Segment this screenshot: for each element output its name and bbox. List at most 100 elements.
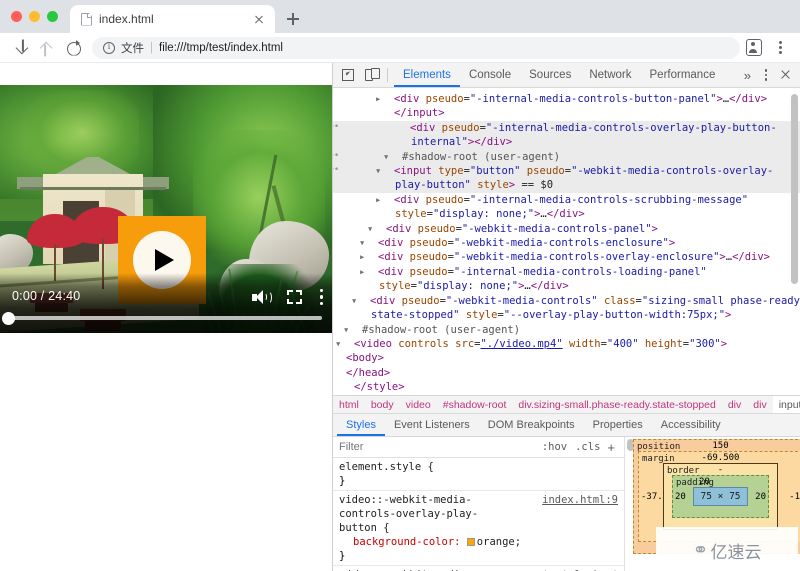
chevron-down-icon[interactable] [337, 351, 346, 365]
sidebar-tab-event-listeners[interactable]: Event Listeners [385, 414, 479, 436]
dom-node-line[interactable]: </head> [333, 366, 800, 380]
dom-node-line[interactable]: <div pseudo="-webkit-media-controls-over… [333, 250, 800, 264]
dom-node-line[interactable]: <video controls src="./video.mp4" width=… [333, 337, 800, 351]
breadcrumb-item[interactable]: div.sizing-small.phase-ready.state-stopp… [512, 396, 721, 413]
tab-console[interactable]: Console [460, 63, 520, 87]
inspect-cursor-icon[interactable] [337, 65, 359, 85]
timeline-thumb[interactable] [2, 312, 15, 325]
breadcrumb-item[interactable]: input [772, 396, 800, 413]
device-toggle-icon[interactable] [359, 65, 381, 85]
box-model-border-top[interactable]: - [664, 465, 777, 475]
close-window-button[interactable] [11, 11, 22, 22]
kebab-menu-icon[interactable] [772, 39, 788, 57]
css-selector[interactable]: video::-webkit-media-controls-overlay-pl… [339, 493, 509, 535]
info-circle-icon[interactable] [103, 41, 115, 54]
stylesheet-source-link[interactable]: index.html:9 [542, 493, 618, 507]
chevron-down-icon[interactable] [369, 236, 378, 250]
chevron-right-icon[interactable] [385, 193, 394, 207]
cls-button[interactable]: .cls [571, 441, 604, 453]
box-model-padding-right[interactable]: 20 [755, 492, 766, 502]
chevron-right-icon[interactable] [369, 250, 378, 264]
chevron-down-icon[interactable] [361, 294, 370, 308]
css-rule[interactable]: index.html:9 video::-webkit-media-control… [333, 491, 624, 566]
css-property[interactable]: background-color: [339, 536, 460, 548]
dom-node-line[interactable]: </style> [333, 380, 800, 394]
dom-node-line[interactable]: <div pseudo="-internal-media-controls-bu… [333, 92, 800, 106]
dom-node-line[interactable]: #shadow-root (user-agent) [333, 149, 800, 165]
dom-node-line[interactable]: <div pseudo="-internal-media-controls-sc… [333, 193, 800, 222]
box-model-content[interactable]: 75 × 75 [693, 487, 748, 506]
box-model-padding-top[interactable]: 20 [699, 477, 768, 487]
more-tabs-button[interactable]: » [737, 68, 758, 83]
breadcrumb-item[interactable]: body [365, 396, 400, 413]
chevron-down-icon[interactable] [345, 337, 354, 351]
css-declaration[interactable]: background-color: orange; [339, 535, 618, 549]
chevron-down-icon[interactable] [377, 222, 386, 236]
box-model-padding-left[interactable]: 20 [675, 492, 686, 502]
close-icon[interactable] [251, 11, 267, 27]
breadcrumb-item[interactable]: #shadow-root [437, 396, 513, 413]
dom-tree[interactable]: <div pseudo="-internal-media-controls-bu… [333, 88, 800, 395]
forward-button[interactable] [34, 35, 60, 61]
browser-tab[interactable]: index.html [70, 5, 275, 33]
breadcrumb-item[interactable]: video [400, 396, 437, 413]
filter-input[interactable] [339, 441, 538, 453]
dom-token: "./video.mp4" [480, 337, 563, 350]
maximize-window-button[interactable] [47, 11, 58, 22]
fullscreen-icon[interactable] [287, 290, 302, 304]
dom-token: <div [386, 222, 412, 235]
dom-node-line[interactable]: <input type="button" pseudo="-webkit-med… [333, 163, 800, 193]
close-icon[interactable] [776, 66, 794, 84]
css-value[interactable]: orange; [477, 536, 521, 548]
video-player[interactable]: 0:00 / 24:40 [0, 85, 332, 333]
dom-node-line[interactable]: <div pseudo="-internal-media-controls-lo… [333, 265, 800, 294]
chevron-down-icon[interactable] [353, 323, 362, 337]
volume-icon[interactable] [252, 289, 272, 305]
dom-token: #shadow-root (user-agent) [362, 323, 521, 336]
css-selector[interactable]: element.style { [339, 460, 618, 474]
dom-node-line[interactable]: <div pseudo="-internal-media-controls-ov… [333, 120, 800, 150]
dom-node-line[interactable]: #shadow-root (user-agent) [333, 323, 800, 337]
dom-node-line[interactable]: <div pseudo="-webkit-media-controls-encl… [333, 236, 800, 250]
kebab-menu-icon[interactable] [758, 66, 774, 84]
new-style-rule-button[interactable]: + [604, 440, 618, 455]
reload-button[interactable] [60, 35, 86, 61]
color-swatch[interactable] [466, 538, 475, 546]
box-model-position-top[interactable]: 150 [634, 441, 800, 451]
plus-icon[interactable] [279, 5, 307, 33]
breadcrumb-item[interactable]: div [747, 396, 772, 413]
sidebar-tab-properties[interactable]: Properties [584, 414, 652, 436]
dom-node-line[interactable]: <body> [333, 351, 800, 365]
chevron-right-icon[interactable] [369, 265, 378, 279]
timeline-scrubber[interactable] [10, 316, 322, 320]
box-model-padding[interactable]: padding 20 20 20 75 × 75 [672, 475, 769, 518]
box-model-margin-right[interactable]: -1 [789, 492, 800, 502]
breadcrumb-item[interactable]: html [333, 396, 365, 413]
chevron-right-icon[interactable] [385, 92, 394, 106]
overflow-menu-icon[interactable] [320, 289, 324, 305]
address-bar[interactable]: 文件 | file:///tmp/test/index.html [92, 36, 740, 59]
box-model-border[interactable]: border - padding 20 20 20 75 × 75 [663, 463, 778, 530]
dom-token: "-webkit-media-controls-enclosure" [453, 237, 669, 250]
tab-elements[interactable]: Elements [394, 63, 460, 87]
minimize-window-button[interactable] [29, 11, 40, 22]
tab-performance[interactable]: Performance [641, 63, 725, 87]
sidebar-tab-dom-breakpoints[interactable]: DOM Breakpoints [479, 414, 584, 436]
css-rule[interactable]: element.style {} [333, 458, 624, 491]
hov-button[interactable]: :hov [538, 441, 571, 453]
sidebar-tab-styles[interactable]: Styles [337, 414, 385, 436]
tab-sources[interactable]: Sources [520, 63, 580, 87]
tab-network[interactable]: Network [580, 63, 640, 87]
dom-node-line[interactable]: </input> [333, 106, 800, 120]
dom-node-line[interactable]: <div pseudo="-webkit-media-controls" cla… [333, 294, 800, 323]
chevron-down-icon[interactable] [385, 164, 394, 178]
profile-card-icon[interactable] [746, 39, 762, 56]
chevron-down-icon[interactable] [393, 150, 402, 164]
breadcrumb-item[interactable]: div [722, 396, 747, 413]
sidebar-tab-accessibility[interactable]: Accessibility [652, 414, 730, 436]
back-button[interactable] [8, 35, 34, 61]
dom-node-line[interactable]: <div pseudo="-webkit-media-controls-pane… [333, 222, 800, 236]
box-model-margin-top[interactable]: -69.500 [639, 453, 800, 463]
dom-tree-scrollbar[interactable] [791, 94, 798, 284]
css-rule[interactable]: user agent stylesheetvideo::-webkit-medi… [333, 566, 624, 571]
